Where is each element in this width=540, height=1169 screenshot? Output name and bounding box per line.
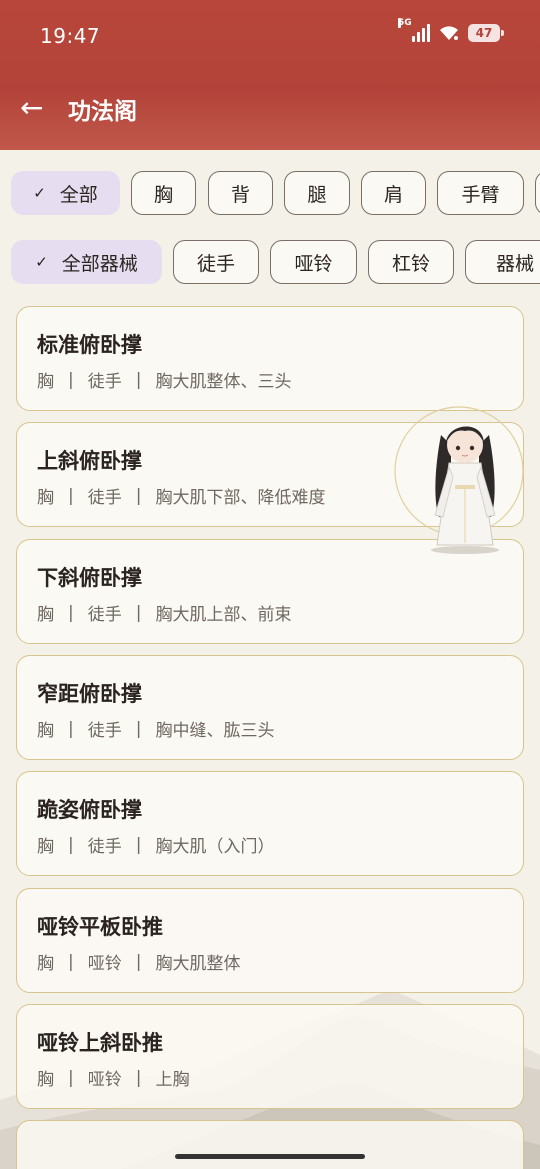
status-time: 19:47 <box>40 24 101 48</box>
chip-label: 器械 <box>495 252 534 275</box>
body-part: 胸 <box>37 372 54 392</box>
back-arrow-icon[interactable]: ← <box>20 88 56 128</box>
exercise-meta: 胸 | 徒手 | 胸大肌上部、前束 <box>37 600 292 626</box>
mascot-character-illustration[interactable] <box>393 405 525 555</box>
chip-label: 徒手 <box>196 252 235 275</box>
app-header: 19:47 5G 47 ← 功法阁 <box>0 0 540 150</box>
filter-chip-arms[interactable]: 手臂 <box>437 171 524 215</box>
separator: | <box>135 951 142 972</box>
body-part: 胸 <box>37 837 54 857</box>
battery-icon: 47 <box>468 24 504 42</box>
filter-chip-shoulders[interactable]: 肩 <box>361 171 426 215</box>
exercise-card[interactable]: 哑铃上斜卧推 胸 | 哑铃 | 上胸 <box>16 1004 524 1109</box>
chip-label: 背 <box>230 183 250 206</box>
separator: | <box>135 485 142 506</box>
battery-level: 47 <box>475 26 493 40</box>
target-muscles: 胸大肌整体、三头 <box>155 372 292 392</box>
body-part: 胸 <box>37 488 54 508</box>
equipment: 徒手 <box>87 837 122 857</box>
muscle-filter-row: ✓ 全部 胸 背 腿 肩 手臂 <box>0 171 540 217</box>
equipment: 徒手 <box>87 488 122 508</box>
separator: | <box>68 951 74 972</box>
target-muscles: 胸大肌下部、降低难度 <box>155 488 326 508</box>
separator: | <box>68 1067 74 1088</box>
target-muscles: 胸中缝、肱三头 <box>155 721 275 741</box>
network-type-label: 5G <box>398 18 412 28</box>
body-part: 胸 <box>37 605 54 625</box>
chip-label: 手臂 <box>461 183 500 206</box>
filter-chip-all[interactable]: ✓ 全部 <box>11 171 120 215</box>
separator: | <box>68 602 74 623</box>
separator: | <box>68 369 74 390</box>
cellular-signal-icon: 5G <box>398 18 430 42</box>
exercise-name: 下斜俯卧撑 <box>37 566 142 590</box>
exercise-name: 跪姿俯卧撑 <box>37 798 142 822</box>
exercise-meta: 胸 | 哑铃 | 胸大肌整体 <box>37 949 241 975</box>
status-bar: 19:47 5G 47 <box>0 0 540 70</box>
separator: | <box>68 718 74 739</box>
target-muscles: 胸大肌（入门） <box>155 837 275 857</box>
home-indicator[interactable] <box>175 1154 365 1159</box>
equipment: 哑铃 <box>87 954 122 974</box>
body-part: 胸 <box>37 721 54 741</box>
chip-label: 全部 <box>59 183 98 206</box>
chip-label: 腿 <box>307 183 327 206</box>
filter-chip-all-equipment[interactable]: ✓ 全部器械 <box>11 240 162 284</box>
filter-chip-dumbbell[interactable]: 哑铃 <box>270 240 357 284</box>
separator: | <box>68 485 74 506</box>
exercise-card-partial[interactable] <box>16 1120 524 1169</box>
separator: | <box>135 369 142 390</box>
target-muscles: 胸大肌整体 <box>155 954 241 974</box>
equipment: 徒手 <box>87 721 122 741</box>
exercise-name: 哑铃上斜卧推 <box>37 1031 163 1055</box>
separator: | <box>135 1067 142 1088</box>
filter-chip-back[interactable]: 背 <box>208 171 273 215</box>
status-icons: 5G 47 <box>398 18 504 42</box>
exercise-meta: 胸 | 徒手 | 胸大肌整体、三头 <box>37 367 292 393</box>
equipment: 徒手 <box>87 372 122 392</box>
target-muscles: 胸大肌上部、前束 <box>155 605 292 625</box>
body-part: 胸 <box>37 954 54 974</box>
exercise-card[interactable]: 标准俯卧撑 胸 | 徒手 | 胸大肌整体、三头 <box>16 306 524 411</box>
chip-label: 肩 <box>383 183 403 206</box>
check-icon: ✓ <box>35 253 48 271</box>
exercise-meta: 胸 | 哑铃 | 上胸 <box>37 1065 190 1091</box>
equipment-filter-row: ✓ 全部器械 徒手 哑铃 杠铃 器械 <box>0 240 540 286</box>
filter-chip-legs[interactable]: 腿 <box>284 171 350 215</box>
exercise-meta: 胸 | 徒手 | 胸中缝、肱三头 <box>37 716 275 742</box>
exercise-card[interactable]: 跪姿俯卧撑 胸 | 徒手 | 胸大肌（入门） <box>16 771 524 876</box>
chip-label: 杠铃 <box>391 252 430 275</box>
filter-chip-chest[interactable]: 胸 <box>131 171 196 215</box>
filter-chip-overflow[interactable] <box>535 171 540 215</box>
wifi-icon <box>438 24 460 42</box>
target-muscles: 上胸 <box>155 1070 190 1090</box>
exercise-meta: 胸 | 徒手 | 胸大肌（入门） <box>37 832 275 858</box>
page-title: 功法阁 <box>68 99 137 125</box>
navigation-bar: ← 功法阁 <box>0 80 540 136</box>
exercise-card[interactable]: 哑铃平板卧推 胸 | 哑铃 | 胸大肌整体 <box>16 888 524 993</box>
check-icon: ✓ <box>33 184 46 202</box>
exercise-name: 上斜俯卧撑 <box>37 449 142 473</box>
chip-label: 胸 <box>153 183 173 206</box>
chip-label: 哑铃 <box>294 252 333 275</box>
equipment: 徒手 <box>87 605 122 625</box>
filter-chip-bodyweight[interactable]: 徒手 <box>173 240 259 284</box>
separator: | <box>135 834 142 855</box>
exercise-name: 标准俯卧撑 <box>37 333 142 357</box>
exercise-name: 窄距俯卧撑 <box>37 682 142 706</box>
exercise-card[interactable]: 窄距俯卧撑 胸 | 徒手 | 胸中缝、肱三头 <box>16 655 524 760</box>
separator: | <box>68 834 74 855</box>
equipment: 哑铃 <box>87 1070 122 1090</box>
filter-chip-machine[interactable]: 器械 <box>465 240 540 284</box>
body-part: 胸 <box>37 1070 54 1090</box>
exercise-meta: 胸 | 徒手 | 胸大肌下部、降低难度 <box>37 483 326 509</box>
separator: | <box>135 602 142 623</box>
chip-label: 全部器械 <box>61 252 138 275</box>
filter-chip-barbell[interactable]: 杠铃 <box>368 240 454 284</box>
separator: | <box>135 718 142 739</box>
exercise-name: 哑铃平板卧推 <box>37 915 163 939</box>
